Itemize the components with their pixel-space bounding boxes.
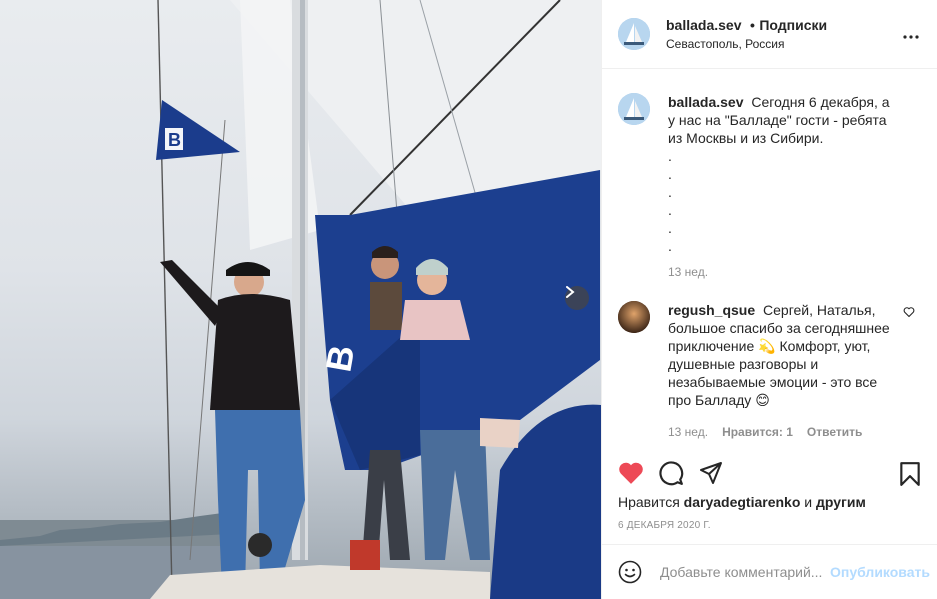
comment-username[interactable]: regush_qsue bbox=[668, 302, 755, 318]
caption-dot: . bbox=[668, 220, 672, 236]
post-location[interactable]: Севастополь, Россия bbox=[666, 35, 827, 53]
paper-plane-icon bbox=[700, 462, 722, 484]
more-horizontal-icon bbox=[903, 35, 919, 39]
flag-letter: B bbox=[168, 130, 181, 150]
post-side-panel: ballada.sev • Подписки Севастополь, Росс… bbox=[601, 0, 937, 599]
profile-photo-icon bbox=[618, 301, 650, 333]
caption-dots: . . . . . . bbox=[668, 147, 898, 255]
heart-filled-icon bbox=[619, 462, 643, 484]
next-photo-button[interactable] bbox=[565, 286, 589, 310]
comments-list[interactable]: ballada.sev Сегодня 6 декабря, а у нас н… bbox=[602, 69, 937, 447]
sailboat-avatar-icon bbox=[618, 93, 650, 125]
emoji-button[interactable] bbox=[618, 560, 642, 584]
emoji-smile-icon bbox=[618, 560, 642, 584]
commenter-avatar[interactable] bbox=[618, 301, 650, 333]
liked-by-prefix: Нравится bbox=[618, 494, 680, 510]
comment-bubble-icon bbox=[659, 461, 684, 486]
caption: ballada.sev Сегодня 6 декабря, а у нас н… bbox=[602, 69, 937, 281]
comment-likes[interactable]: Нравится: 1 bbox=[722, 423, 793, 441]
sailboat-avatar-icon bbox=[618, 18, 650, 50]
header-text: ballada.sev • Подписки Севастополь, Росс… bbox=[666, 16, 827, 53]
post-date[interactable]: 6 ДЕКАБРЯ 2020 Г. bbox=[618, 520, 711, 531]
bookmark-icon bbox=[900, 462, 920, 486]
caption-dot: . bbox=[668, 202, 672, 218]
caption-dot: . bbox=[668, 166, 672, 182]
chevron-right-icon bbox=[566, 286, 575, 298]
author-avatar[interactable] bbox=[618, 18, 650, 50]
caption-time[interactable]: 13 нед. bbox=[668, 263, 708, 281]
caption-dot: . bbox=[668, 184, 672, 200]
caption-meta: 13 нед. bbox=[668, 263, 898, 281]
sailing-scene: B B bbox=[0, 0, 601, 599]
heart-outline-icon bbox=[903, 307, 915, 318]
author-username[interactable]: ballada.sev bbox=[666, 17, 742, 33]
post-photo[interactable]: B B bbox=[0, 0, 601, 599]
caption-body: ballada.sev Сегодня 6 декабря, а у нас н… bbox=[668, 93, 898, 281]
reply-button[interactable]: Ответить bbox=[807, 423, 862, 441]
comment-item: regush_qsue Сергей, Наталья, большое спа… bbox=[602, 281, 937, 441]
caption-dot: . bbox=[668, 148, 672, 164]
comment-input[interactable] bbox=[658, 563, 830, 581]
comment-body: regush_qsue Сергей, Наталья, большое спа… bbox=[668, 301, 898, 441]
comment-like-button[interactable] bbox=[903, 305, 915, 323]
share-button[interactable] bbox=[698, 461, 724, 485]
liked-by-user[interactable]: daryadegtiarenko bbox=[684, 494, 801, 510]
instagram-post: B B ballada.sev • Подписки Севастополь, … bbox=[0, 0, 937, 599]
comment-time[interactable]: 13 нед. bbox=[668, 423, 708, 441]
caption-avatar[interactable] bbox=[618, 93, 650, 125]
post-header: ballada.sev • Подписки Севастополь, Росс… bbox=[602, 0, 937, 69]
caption-username[interactable]: ballada.sev bbox=[668, 94, 744, 110]
follow-separator: • bbox=[749, 16, 755, 33]
comment-button[interactable] bbox=[658, 460, 684, 486]
following-button[interactable]: Подписки bbox=[759, 17, 827, 33]
caption-dot: . bbox=[668, 238, 672, 254]
add-comment-bar: Опубликовать bbox=[602, 544, 937, 599]
liked-by: Нравится daryadegtiarenko и другим bbox=[618, 494, 866, 510]
save-button[interactable] bbox=[899, 461, 921, 492]
more-options-button[interactable] bbox=[903, 26, 919, 44]
publish-button[interactable]: Опубликовать bbox=[830, 564, 930, 580]
like-button[interactable] bbox=[618, 461, 644, 485]
liked-by-others[interactable]: другим bbox=[816, 494, 866, 510]
comment-meta: 13 нед. Нравится: 1 Ответить bbox=[668, 423, 898, 441]
post-actions bbox=[602, 453, 937, 493]
liked-by-conj: и bbox=[804, 494, 813, 510]
